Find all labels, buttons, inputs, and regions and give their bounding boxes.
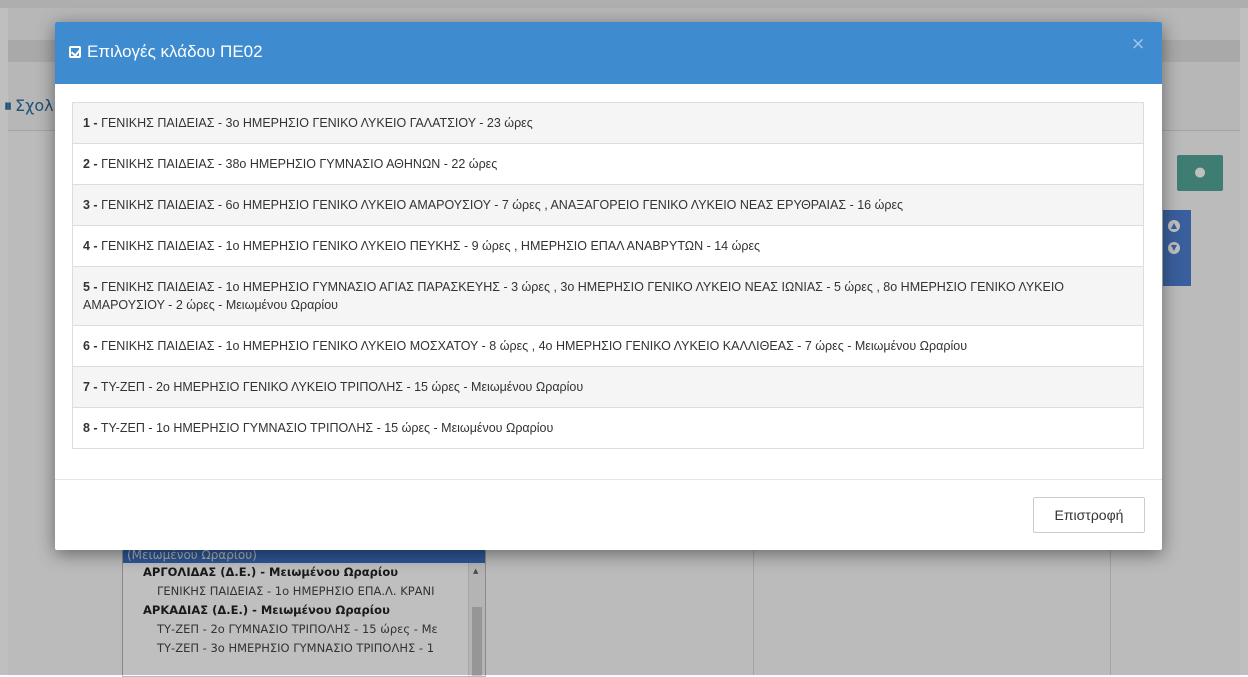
option-text: ΓΕΝΙΚΗΣ ΠΑΙΔΕΙΑΣ - 3ο ΗΜΕΡΗΣΙΟ ΓΕΝΙΚΟ ΛΥ… (97, 116, 533, 130)
option-text: ΓΕΝΙΚΗΣ ΠΑΙΔΕΙΑΣ - 1ο ΗΜΕΡΗΣΙΟ ΓΕΝΙΚΟ ΛΥ… (97, 339, 968, 353)
option-text: ΓΕΝΙΚΗΣ ΠΑΙΔΕΙΑΣ - 38ο ΗΜΕΡΗΣΙΟ ΓΥΜΝΑΣΙΟ… (97, 157, 498, 171)
modal-footer: Επιστροφή (55, 479, 1162, 550)
option-number: 1 - (83, 116, 98, 130)
check-square-icon (69, 46, 81, 58)
modal-body: 1 - ΓΕΝΙΚΗΣ ΠΑΙΔΕΙΑΣ - 3ο ΗΜΕΡΗΣΙΟ ΓΕΝΙΚ… (55, 84, 1162, 479)
list-item: 3 - ΓΕΝΙΚΗΣ ΠΑΙΔΕΙΑΣ - 6ο ΗΜΕΡΗΣΙΟ ΓΕΝΙΚ… (73, 185, 1143, 226)
option-number: 3 - (83, 198, 98, 212)
list-item: 2 - ΓΕΝΙΚΗΣ ΠΑΙΔΕΙΑΣ - 38ο ΗΜΕΡΗΣΙΟ ΓΥΜΝ… (73, 144, 1143, 185)
option-number: 8 - (83, 421, 98, 435)
option-text: ΓΕΝΙΚΗΣ ΠΑΙΔΕΙΑΣ - 1ο ΗΜΕΡΗΣΙΟ ΓΕΝΙΚΟ ΛΥ… (97, 239, 761, 253)
close-button[interactable]: × (1131, 34, 1145, 54)
list-item: 5 - ΓΕΝΙΚΗΣ ΠΑΙΔΕΙΑΣ - 1ο ΗΜΕΡΗΣΙΟ ΓΥΜΝΑ… (73, 267, 1143, 326)
option-text: ΓΕΝΙΚΗΣ ΠΑΙΔΕΙΑΣ - 6ο ΗΜΕΡΗΣΙΟ ΓΕΝΙΚΟ ΛΥ… (97, 198, 904, 212)
option-text: ΤΥ-ΖΕΠ - 2ο ΗΜΕΡΗΣΙΟ ΓΕΝΙΚΟ ΛΥΚΕΙΟ ΤΡΙΠΟ… (97, 380, 584, 394)
list-item: 7 - ΤΥ-ΖΕΠ - 2ο ΗΜΕΡΗΣΙΟ ΓΕΝΙΚΟ ΛΥΚΕΙΟ Τ… (73, 367, 1143, 408)
list-item: 6 - ΓΕΝΙΚΗΣ ΠΑΙΔΕΙΑΣ - 1ο ΗΜΕΡΗΣΙΟ ΓΕΝΙΚ… (73, 326, 1143, 367)
option-number: 4 - (83, 239, 98, 253)
option-text: ΤΥ-ΖΕΠ - 1ο ΗΜΕΡΗΣΙΟ ΓΥΜΝΑΣΙΟ ΤΡΙΠΟΛΗΣ -… (97, 421, 554, 435)
option-text: ΓΕΝΙΚΗΣ ΠΑΙΔΕΙΑΣ - 1ο ΗΜΕΡΗΣΙΟ ΓΥΜΝΑΣΙΟ … (83, 280, 1065, 312)
list-item: 4 - ΓΕΝΙΚΗΣ ΠΑΙΔΕΙΑΣ - 1ο ΗΜΕΡΗΣΙΟ ΓΕΝΙΚ… (73, 226, 1143, 267)
options-modal: Επιλογές κλάδου ΠΕ02 × 1 - ΓΕΝΙΚΗΣ ΠΑΙΔΕ… (55, 22, 1162, 550)
option-number: 5 - (83, 280, 98, 294)
modal-title: Επιλογές κλάδου ΠΕ02 (69, 42, 263, 62)
options-list: 1 - ΓΕΝΙΚΗΣ ΠΑΙΔΕΙΑΣ - 3ο ΗΜΕΡΗΣΙΟ ΓΕΝΙΚ… (72, 102, 1144, 449)
option-number: 7 - (83, 380, 98, 394)
option-number: 2 - (83, 157, 98, 171)
modal-title-text: Επιλογές κλάδου ΠΕ02 (87, 42, 263, 61)
list-item: 1 - ΓΕΝΙΚΗΣ ΠΑΙΔΕΙΑΣ - 3ο ΗΜΕΡΗΣΙΟ ΓΕΝΙΚ… (73, 103, 1143, 144)
list-item: 8 - ΤΥ-ΖΕΠ - 1ο ΗΜΕΡΗΣΙΟ ΓΥΜΝΑΣΙΟ ΤΡΙΠΟΛ… (73, 408, 1143, 448)
option-number: 6 - (83, 339, 98, 353)
return-button[interactable]: Επιστροφή (1033, 497, 1145, 533)
modal-header: Επιλογές κλάδου ΠΕ02 × (55, 22, 1162, 84)
